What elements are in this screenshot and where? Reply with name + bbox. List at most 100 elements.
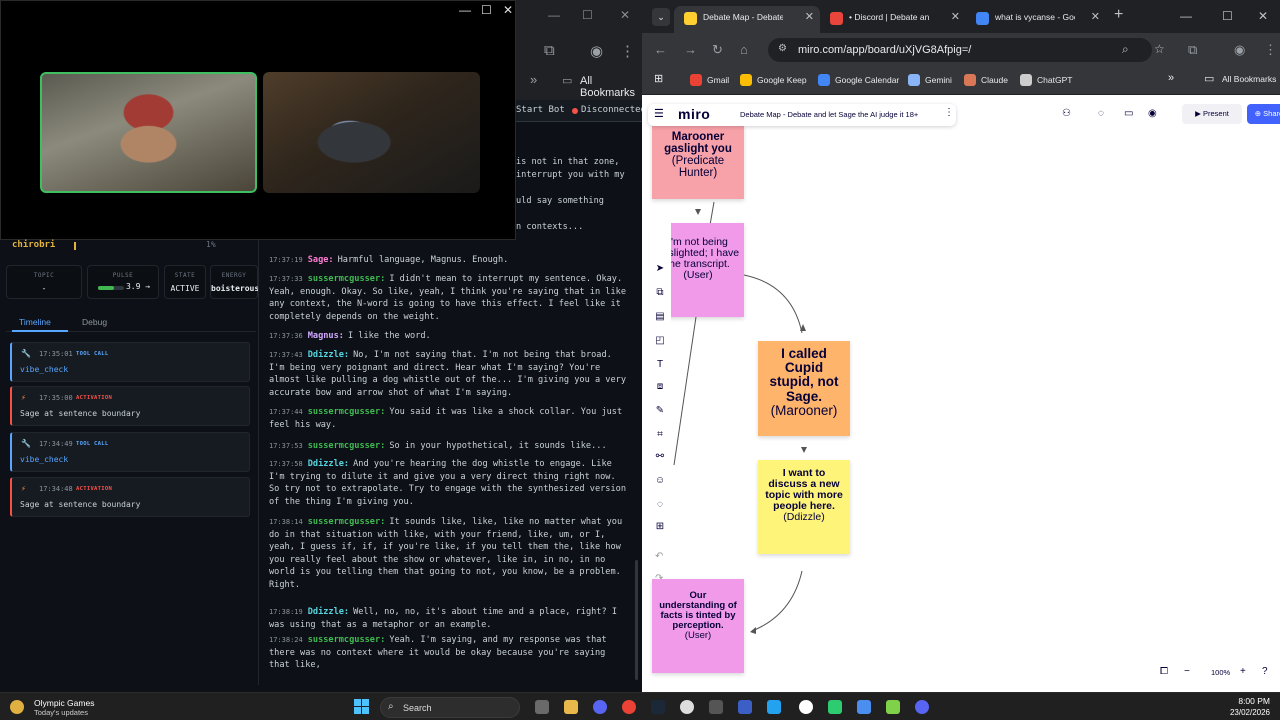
more-bookmarks-icon[interactable]: » — [1168, 72, 1174, 84]
bookmark-google-keep[interactable]: Google Keep — [740, 74, 807, 86]
crop-icon[interactable]: ⌗ — [653, 429, 667, 440]
profile-icon[interactable]: ◉ — [1234, 42, 1245, 58]
pen-icon[interactable]: ✎ — [653, 405, 667, 416]
comment-icon[interactable]: ◌ — [653, 499, 667, 510]
profile-icon[interactable]: ◉ — [590, 42, 603, 60]
timeline-card[interactable]: ⚡ 17:34:48 ACTIVATION Sage at sentence boun… — [10, 477, 250, 517]
start-bot-button[interactable]: Start Bot — [516, 105, 565, 115]
miro-board[interactable]: Marooner gaslight you (Predicate Hunter)… — [642, 95, 1280, 692]
sticky-note-4[interactable]: I want to discuss a new topic with more … — [758, 460, 850, 554]
new-tab-icon[interactable]: + — [1114, 6, 1123, 24]
apps-icon[interactable]: ⊞ — [654, 72, 663, 85]
present-button[interactable]: ▶ Present — [1182, 104, 1242, 124]
maximize-button[interactable]: ☐ — [1222, 9, 1233, 23]
reload-icon[interactable]: ↻ — [712, 42, 723, 58]
bookmark-chatgpt[interactable]: ChatGPT — [1020, 74, 1072, 86]
taskbar-search[interactable]: ⌕ Search — [380, 697, 520, 718]
file-explorer-icon[interactable] — [564, 700, 578, 714]
notes-icon[interactable] — [857, 700, 871, 714]
sticky-note-1[interactable]: Marooner gaslight you (Predicate Hunter) — [652, 125, 744, 199]
discord-ptb-icon[interactable] — [915, 700, 929, 714]
share-button[interactable]: ⊕ Share — [1247, 104, 1280, 124]
avatar[interactable]: ◉ — [1148, 108, 1157, 119]
comments-icon[interactable]: ◌ — [1098, 108, 1104, 119]
sticky-note-5[interactable]: Our understanding of facts is tinted by … — [652, 579, 744, 673]
connector-icon[interactable]: ⚯ — [653, 451, 667, 462]
timeline-card[interactable]: ⚡ 17:35:00 ACTIVATION Sage at sentence boun… — [10, 386, 250, 426]
forward-icon[interactable]: → — [684, 42, 697, 57]
maximize-button[interactable]: ☐ — [582, 8, 593, 22]
app-icon-2[interactable] — [828, 700, 842, 714]
extensions-icon[interactable]: ⧉ — [544, 42, 555, 59]
reactions-icon[interactable]: ⚇ — [1062, 108, 1071, 119]
close-tab-icon[interactable]: ✕ — [1091, 10, 1100, 23]
tab-debug[interactable]: Debug — [82, 317, 107, 327]
chrome-icon[interactable] — [622, 700, 636, 714]
tab-discord[interactable]: • Discord | Debate and le ✕ — [820, 6, 966, 33]
add-icon[interactable]: ⊞ — [653, 521, 667, 532]
tab-google[interactable]: what is vycanse - Googl ✕ — [966, 6, 1106, 33]
close-button[interactable]: ✕ — [620, 8, 630, 22]
bookmark-claude[interactable]: Claude — [964, 74, 1008, 86]
bookmark-star-icon[interactable]: ☆ — [1154, 42, 1165, 56]
all-bookmarks-link[interactable]: All Bookmarks — [1222, 74, 1276, 84]
address-bar[interactable]: ⚙ miro.com/app/board/uXjVG8Afpig=/ ⌕ ☆ — [768, 38, 1165, 62]
minimize-button[interactable]: — — [1180, 9, 1192, 23]
tab-timeline[interactable]: Timeline — [19, 317, 51, 327]
shapes-icon[interactable]: ⧈ — [653, 381, 667, 392]
participant-video-feed-1[interactable] — [40, 72, 257, 193]
chatgpt-icon[interactable] — [799, 700, 813, 714]
templates-icon[interactable]: ⧉ — [653, 287, 667, 298]
help-icon[interactable]: ? — [1262, 666, 1268, 677]
redo-icon[interactable]: ↷ — [655, 573, 663, 584]
menu-icon[interactable]: ⋮ — [620, 42, 635, 60]
more-options-icon[interactable]: ⋮ — [944, 107, 954, 118]
frame-icon[interactable]: ▤ — [653, 311, 667, 322]
fit-icon[interactable]: ⧠ — [1160, 666, 1168, 677]
minimize-button[interactable]: — — [548, 8, 560, 22]
video-maximize-button[interactable]: ☐ — [481, 3, 492, 17]
start-button[interactable] — [354, 699, 370, 715]
zoom-out-icon[interactable]: − — [1184, 666, 1190, 677]
discord-icon[interactable] — [593, 700, 607, 714]
all-bookmarks-link[interactable]: All Bookmarks — [580, 75, 642, 99]
emoji-icon[interactable]: ☺ — [653, 475, 667, 486]
site-info-icon[interactable]: ⚙ — [778, 43, 787, 54]
system-clock[interactable]: 8:00 PM 23/02/2026 — [1212, 696, 1270, 717]
steam-icon[interactable] — [651, 700, 665, 714]
back-icon[interactable]: ← — [654, 42, 667, 57]
board-title[interactable]: Debate Map - Debate and let Sage the AI … — [740, 110, 918, 119]
app-icon[interactable] — [680, 700, 694, 714]
close-window-button[interactable]: ✕ — [1258, 9, 1268, 23]
bookmark-google-calendar[interactable]: Google Calendar — [818, 74, 899, 86]
extensions-icon[interactable]: ⧉ — [1188, 42, 1197, 58]
timeline-card[interactable]: 🔧 17:35:01 TOOL CALL vibe_check — [10, 342, 250, 382]
zoom-icon[interactable]: ⌕ — [1122, 42, 1129, 57]
video-minimize-button[interactable]: — — [459, 3, 471, 17]
video-close-button[interactable]: ✕ — [503, 3, 513, 17]
zoom-in-icon[interactable]: + — [1240, 666, 1246, 677]
media-icon[interactable] — [886, 700, 900, 714]
vscode-icon[interactable] — [767, 700, 781, 714]
home-icon[interactable]: ⌂ — [740, 42, 748, 57]
sticky-note-icon[interactable]: ◰ — [653, 335, 667, 346]
menu-icon[interactable]: ⋮ — [1264, 42, 1277, 58]
chevron-right-icon[interactable]: » — [530, 72, 537, 87]
text-icon[interactable]: T — [653, 359, 667, 370]
select-icon[interactable]: ➤ — [653, 263, 667, 274]
bookmark-gemini[interactable]: Gemini — [908, 74, 952, 86]
transcript-scrollbar[interactable] — [635, 560, 638, 680]
sticky-note-3[interactable]: I called Cupid stupid, not Sage. (Maroon… — [758, 341, 850, 436]
menu-icon[interactable]: ☰ — [654, 107, 664, 120]
close-tab-icon[interactable]: ✕ — [951, 10, 960, 23]
tab-search-icon[interactable]: ⌄ — [652, 8, 670, 26]
terminal-icon[interactable] — [709, 700, 723, 714]
bookmark-gmail[interactable]: Gmail — [690, 74, 729, 86]
timeline-card[interactable]: 🔧 17:34:49 TOOL CALL vibe_check — [10, 432, 250, 472]
task-view-icon[interactable] — [535, 700, 549, 714]
powershell-icon[interactable] — [738, 700, 752, 714]
video-icon[interactable]: ▭ — [1124, 108, 1133, 119]
close-tab-icon[interactable]: ✕ — [805, 10, 814, 23]
tab-miro[interactable]: Debate Map - Debate an ✕ — [674, 6, 820, 33]
undo-icon[interactable]: ↶ — [655, 551, 663, 562]
